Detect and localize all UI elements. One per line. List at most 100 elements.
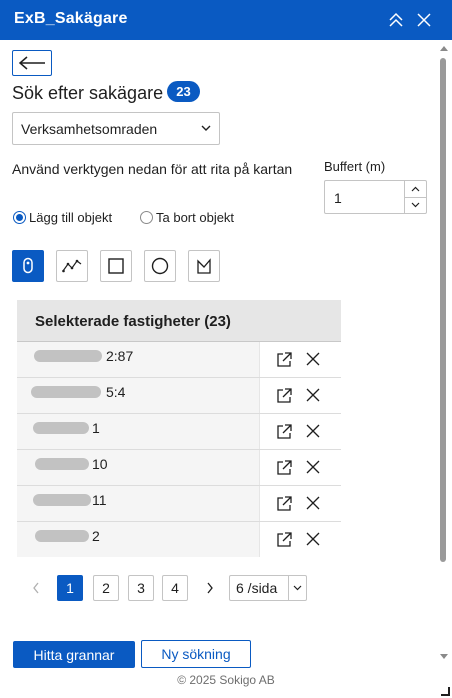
redacted-text [35, 530, 89, 542]
pagination-prev[interactable] [26, 575, 46, 601]
layer-select[interactable]: Verksamhetsomraden [12, 112, 220, 145]
buffer-decrement[interactable] [405, 197, 426, 212]
row-actions [259, 378, 341, 413]
remove-property-button[interactable] [306, 496, 320, 515]
back-button[interactable] [12, 50, 52, 76]
property-suffix: 10 [92, 456, 108, 472]
result-count-badge: 23 [167, 81, 200, 102]
polygon-tool-button[interactable] [188, 250, 220, 282]
table-row[interactable]: 1 [17, 414, 341, 450]
pagination-page-3[interactable]: 3 [128, 575, 154, 601]
buffer-increment[interactable] [405, 181, 426, 197]
table-row[interactable]: 10 [17, 450, 341, 486]
collapse-button[interactable] [384, 8, 408, 32]
redacted-text [35, 458, 89, 470]
rectangle-icon [108, 258, 124, 274]
close-icon [306, 532, 320, 546]
double-chevron-up-icon [389, 12, 403, 27]
open-external-icon [277, 532, 292, 547]
table-row[interactable]: 2:87 [17, 342, 341, 378]
property-name-cell: 11 [17, 486, 259, 521]
buffer-stepper[interactable] [404, 181, 426, 213]
open-external-icon [277, 352, 292, 367]
pin-icon [23, 257, 33, 274]
open-property-button[interactable] [276, 532, 292, 553]
table-row[interactable]: 11 [17, 486, 341, 522]
remove-property-button[interactable] [306, 424, 320, 443]
open-property-button[interactable] [276, 460, 292, 481]
remove-property-button[interactable] [306, 388, 320, 407]
scroll-up-arrow[interactable] [440, 46, 448, 51]
row-actions [259, 342, 341, 377]
property-name-cell: 1 [17, 414, 259, 449]
selected-properties-table: Selekterade fastigheter (23) 2:87 5:4 1 … [17, 300, 341, 558]
redacted-text [31, 386, 101, 398]
radio-dot-selected [13, 211, 26, 224]
chevron-left-icon [33, 582, 39, 594]
redacted-text [33, 422, 89, 434]
table-row[interactable]: 5:4 [17, 378, 341, 414]
page-size-dropdown [288, 576, 306, 600]
row-actions [259, 414, 341, 449]
polyline-tool-button[interactable] [56, 250, 88, 282]
property-suffix: 5:4 [106, 384, 126, 400]
copyright-footer: © 2025 Sokigo AB [177, 673, 275, 687]
widget-title: ExB_Sakägare [14, 10, 128, 27]
open-property-button[interactable] [276, 496, 292, 517]
row-actions [259, 486, 341, 521]
property-suffix: 11 [92, 492, 107, 508]
row-actions [259, 522, 341, 557]
close-icon [417, 13, 431, 27]
open-property-button[interactable] [276, 424, 292, 445]
chevron-down-icon [201, 125, 211, 131]
open-external-icon [277, 424, 292, 439]
polygon-icon [197, 258, 211, 274]
property-name-cell: 2 [17, 522, 259, 557]
row-actions [259, 450, 341, 485]
pagination-page-4[interactable]: 4 [162, 575, 188, 601]
scroll-down-arrow[interactable] [440, 654, 448, 659]
point-tool-button[interactable] [12, 250, 44, 282]
remove-property-button[interactable] [306, 352, 320, 371]
close-button[interactable] [412, 8, 436, 32]
chevron-right-icon [207, 582, 213, 594]
close-icon [306, 388, 320, 402]
panel-scrollbar[interactable] [436, 40, 452, 698]
find-neighbors-button[interactable]: Hitta grannar [13, 641, 135, 668]
open-property-button[interactable] [276, 352, 292, 373]
property-suffix: 2:87 [106, 348, 134, 364]
scroll-thumb[interactable] [440, 58, 446, 562]
page-title: Sök efter sakägare [12, 83, 164, 103]
pagination-next[interactable] [200, 575, 220, 601]
property-suffix: 1 [92, 420, 100, 436]
resize-handle[interactable] [441, 687, 450, 696]
page-size-select[interactable]: 6 /sida [229, 575, 307, 601]
remove-property-button[interactable] [306, 532, 320, 551]
open-external-icon [277, 388, 292, 403]
close-icon [306, 460, 320, 474]
property-name-cell: 5:4 [17, 378, 259, 413]
pagination-page-1[interactable]: 1 [57, 575, 83, 601]
buffer-value: 1 [334, 190, 342, 206]
new-search-button[interactable]: Ny sökning [141, 640, 251, 668]
property-name-cell: 2:87 [17, 342, 259, 377]
close-icon [306, 496, 320, 510]
circle-tool-button[interactable] [144, 250, 176, 282]
property-name-cell: 10 [17, 450, 259, 485]
table-row[interactable]: 2 [17, 522, 341, 558]
page-size-value: 6 /sida [236, 580, 278, 596]
rectangle-tool-button[interactable] [100, 250, 132, 282]
buffer-input[interactable]: 1 [324, 180, 427, 214]
radio-add-object[interactable]: Lägg till objekt [13, 210, 112, 225]
chevron-down-icon [411, 202, 420, 208]
pagination-page-2[interactable]: 2 [93, 575, 119, 601]
polyline-icon [62, 259, 82, 273]
close-icon [306, 352, 320, 366]
radio-remove-label: Ta bort objekt [156, 210, 235, 225]
radio-remove-object[interactable]: Ta bort objekt [140, 210, 234, 225]
close-icon [306, 424, 320, 438]
radio-add-label: Lägg till objekt [29, 210, 113, 225]
remove-property-button[interactable] [306, 460, 320, 479]
open-property-button[interactable] [276, 388, 292, 409]
table-header-title: Selekterade fastigheter (23) [35, 313, 231, 330]
